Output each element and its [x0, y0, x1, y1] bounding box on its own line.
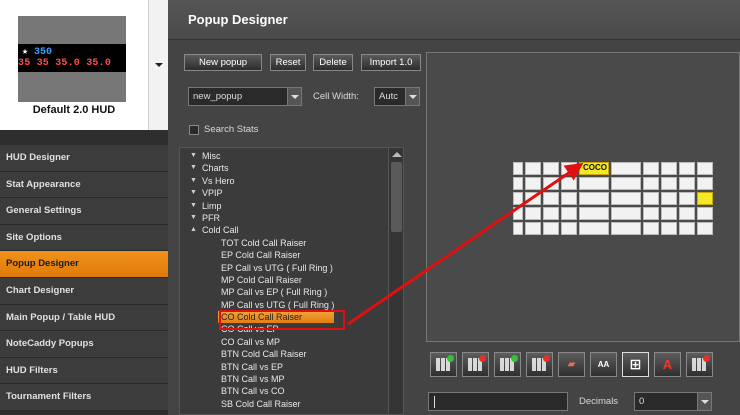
sidebar-item-hud-filters[interactable]: HUD Filters	[0, 357, 168, 385]
sidebar-item-hud-designer[interactable]: HUD Designer	[0, 145, 168, 172]
chevron-down-icon	[155, 63, 163, 67]
sidebar-item-main-popup-table-hud[interactable]: Main Popup / Table HUD	[0, 304, 168, 332]
app-window: ★ 350 35 35 35.0 35.0 Default 2.0 HUD HUD…	[0, 0, 740, 415]
sidebar-item-stat-appearance[interactable]: Stat Appearance	[0, 171, 168, 199]
hud-name-label: Default 2.0 HUD	[32, 104, 116, 116]
hud-preview-thumbnail: ★ 350 35 35 35.0 35.0	[18, 16, 126, 102]
sidebar-item-general-settings[interactable]: General Settings	[0, 198, 168, 225]
star-icon: ★	[22, 47, 29, 58]
sidebar-item-tournament-filters[interactable]: Tournament Filters	[0, 384, 168, 411]
hud-preview-row-2: 35 35 35.0 35.0	[18, 58, 112, 69]
hud-preview-card[interactable]: ★ 350 35 35 35.0 35.0 Default 2.0 HUD	[0, 0, 148, 130]
hud-preview-row-1: ★ 350	[22, 47, 53, 58]
main-panel: Popup Designer New popup Reset Delete Im…	[168, 0, 740, 415]
sidebar-nav: HUD Designer Stat Appearance General Set…	[0, 145, 168, 411]
hud-preview-strip: ★ 350 35 35 35.0 35.0	[18, 44, 126, 72]
sidebar-item-notecaddy-popups[interactable]: NoteCaddy Popups	[0, 331, 168, 358]
sidebar-item-popup-designer[interactable]: Popup Designer	[0, 251, 168, 278]
arrow-line	[347, 162, 584, 326]
annotation-arrow	[347, 162, 584, 326]
sidebar-item-chart-designer[interactable]: Chart Designer	[0, 277, 168, 305]
sidebar-item-site-options[interactable]: Site Options	[0, 224, 168, 252]
left-sidebar: ★ 350 35 35 35.0 35.0 Default 2.0 HUD HUD…	[0, 0, 168, 415]
hud-dropdown-button[interactable]	[148, 0, 168, 130]
